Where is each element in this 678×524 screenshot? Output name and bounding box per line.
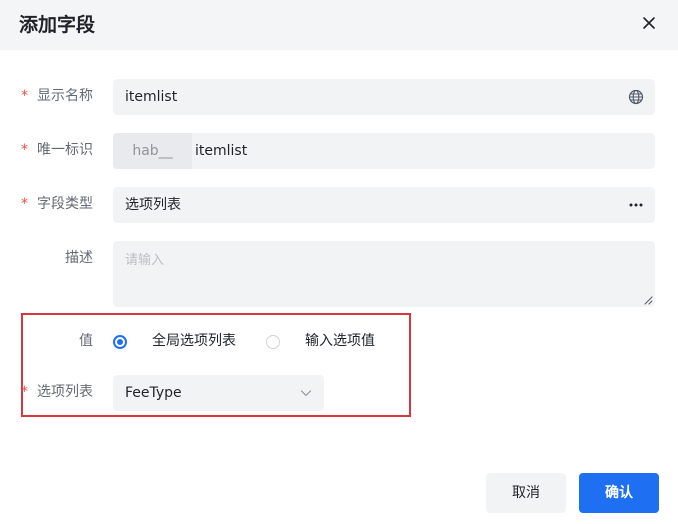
confirm-button[interactable]: 确认 [579,473,659,513]
close-button[interactable] [638,12,660,34]
unique-id-field[interactable]: hab__ itemlist [113,133,655,169]
display-name-value: itemlist [125,89,178,105]
description-textarea[interactable]: 请输入 [113,241,655,307]
radio-unchecked-icon[interactable] [266,335,280,349]
chevron-down-icon [300,390,312,397]
display-name-field[interactable]: itemlist [113,79,655,115]
field-type-field[interactable]: 选项列表 [113,187,655,223]
cancel-button[interactable]: 取消 [486,473,566,513]
unique-id-prefix: hab__ [113,133,192,169]
unique-id-label: 唯一标识 [37,142,93,158]
option-list-select[interactable]: FeeType [113,375,324,411]
option-list-label: 选项列表 [37,384,93,400]
dialog-title: 添加字段 [19,14,96,36]
add-field-dialog: 添加字段 * 显示名称 itemlist * 唯一标识 hab__ itemli… [0,0,678,524]
field-type-value: 选项列表 [125,197,181,213]
display-name-label: 显示名称 [37,88,93,104]
value-source-label: 值 [79,333,93,349]
globe-icon[interactable] [628,89,644,105]
option-list-value: FeeType [125,385,182,401]
resize-handle-icon[interactable] [644,296,653,305]
description-label: 描述 [65,250,93,266]
radio-option-label[interactable]: 全局选项列表 [152,331,236,351]
dialog-header: 添加字段 [0,0,678,50]
radio-option-label[interactable]: 输入选项值 [305,331,375,351]
unique-id-value: itemlist [195,143,248,159]
close-icon [643,17,655,29]
description-placeholder: 请输入 [125,253,165,268]
field-type-label: 字段类型 [37,196,93,212]
radio-checked-icon[interactable] [113,335,127,349]
more-icon[interactable] [628,197,644,213]
